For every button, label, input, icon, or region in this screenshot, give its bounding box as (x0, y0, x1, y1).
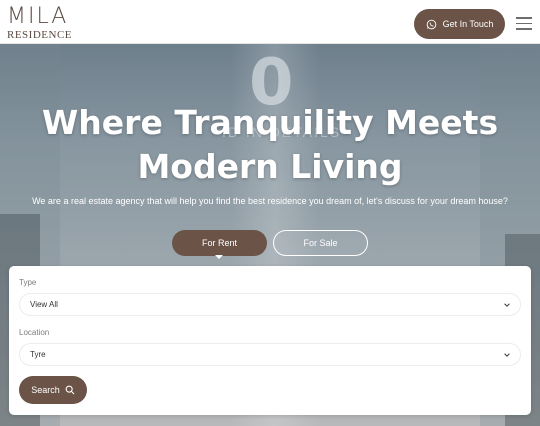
location-select-value: Tyre (30, 350, 46, 359)
logo-subtitle: RESIDENCE (7, 29, 72, 41)
type-select[interactable]: View All (19, 293, 521, 316)
tab-for-sale[interactable]: For Sale (273, 230, 368, 256)
search-panel: Type View All Location Tyre Search (9, 266, 531, 415)
hamburger-menu-icon[interactable] (516, 17, 532, 30)
hero-subheadline: We are a real estate agency that will he… (32, 196, 508, 206)
logo-wordmark: MILA (7, 4, 69, 29)
location-select[interactable]: Tyre (19, 343, 521, 366)
whatsapp-icon (426, 19, 436, 29)
mila-residence-logo[interactable]: MILA RESIDENCE (7, 4, 72, 42)
get-in-touch-label: Get In Touch (442, 19, 494, 29)
chevron-down-icon (504, 353, 510, 357)
headline-line-1: Where Tranquility Meets (41, 103, 499, 142)
hero-headline: Where Tranquility Meets Modern Living (20, 101, 520, 189)
type-label: Type (19, 278, 37, 287)
get-in-touch-button[interactable]: Get In Touch (414, 9, 505, 39)
active-tab-caret-icon (215, 255, 223, 259)
search-button-label: Search (31, 385, 60, 395)
search-button[interactable]: Search (19, 376, 87, 404)
search-icon (65, 385, 75, 395)
headline-line-2: Modern Living (137, 147, 403, 186)
type-select-value: View All (30, 300, 58, 309)
location-label: Location (19, 328, 50, 337)
tab-for-rent[interactable]: For Rent (172, 230, 267, 256)
site-header: MILA RESIDENCE Get In Touch (0, 0, 540, 44)
chevron-down-icon (504, 303, 510, 307)
